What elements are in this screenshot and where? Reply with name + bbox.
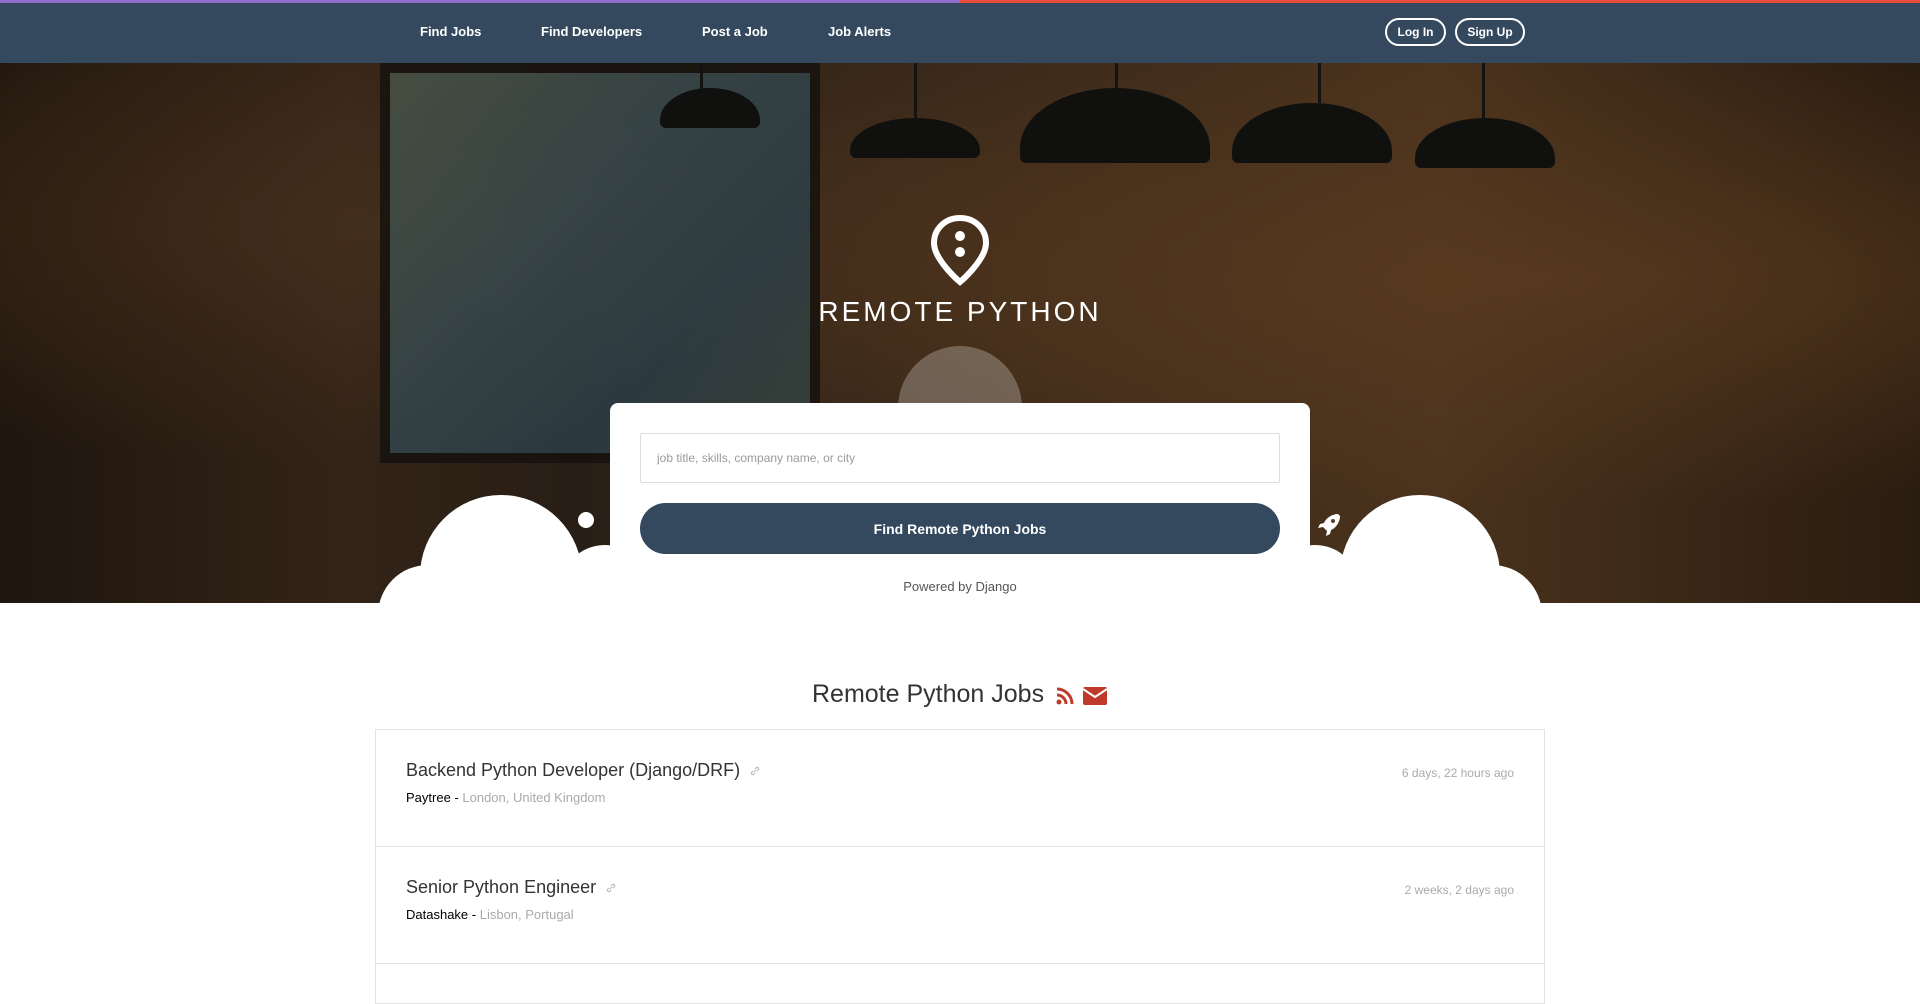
map-pin-icon bbox=[930, 214, 990, 286]
link-icon bbox=[606, 884, 616, 893]
nav-find-jobs[interactable]: Find Jobs bbox=[420, 24, 481, 39]
job-location: Lisbon, Portugal bbox=[479, 907, 574, 922]
job-location: London, United Kingdom bbox=[462, 790, 606, 805]
job-title-text[interactable]: Backend Python Developer (Django/DRF) bbox=[406, 760, 740, 780]
jobs-list: Backend Python Developer (Django/DRF) Pa… bbox=[375, 729, 1545, 1004]
jobs-section-header: Remote Python Jobs bbox=[700, 680, 1220, 710]
job-posted-time: 6 days, 22 hours ago bbox=[1401, 766, 1514, 780]
accent-stripe-right bbox=[960, 0, 1920, 3]
nav-job-alerts[interactable]: Job Alerts bbox=[828, 24, 891, 39]
find-jobs-button[interactable]: Find Remote Python Jobs bbox=[640, 503, 1280, 554]
job-listing-row[interactable]: Backend Python Developer (Django/DRF) Pa… bbox=[376, 730, 1544, 847]
job-company: Datashake bbox=[406, 907, 469, 922]
link-icon bbox=[750, 767, 760, 776]
nav-find-developers[interactable]: Find Developers bbox=[541, 24, 642, 39]
search-panel: Find Remote Python Jobs Powered by Djang… bbox=[610, 403, 1310, 603]
job-posted-time: 2 weeks, 2 days ago bbox=[1404, 883, 1514, 897]
job-company: Paytree bbox=[406, 790, 451, 805]
job-listing-row[interactable] bbox=[376, 964, 1544, 1004]
job-meta: Paytree - London, United Kingdom bbox=[406, 790, 605, 805]
job-title-text[interactable]: Senior Python Engineer bbox=[406, 877, 596, 897]
jobs-section-title: Remote Python Jobs bbox=[812, 680, 1045, 708]
cloud-decoration bbox=[378, 565, 478, 665]
job-separator: - bbox=[468, 907, 480, 922]
powered-by-text: Powered by Django bbox=[903, 579, 1017, 594]
job-meta: Datashake - Lisbon, Portugal bbox=[406, 907, 574, 922]
signup-button[interactable]: Sign Up bbox=[1455, 18, 1525, 46]
rss-icon[interactable] bbox=[1055, 686, 1075, 706]
job-separator: - bbox=[450, 790, 463, 805]
job-listing-row[interactable]: Senior Python Engineer Datashake - Lisbo… bbox=[376, 847, 1544, 964]
envelope-icon[interactable] bbox=[1082, 686, 1108, 706]
dot-icon bbox=[578, 512, 594, 528]
job-title[interactable]: Backend Python Developer (Django/DRF) bbox=[406, 760, 761, 781]
cloud-decoration bbox=[1442, 565, 1542, 665]
accent-stripe-left bbox=[0, 0, 960, 3]
nav-post-a-job[interactable]: Post a Job bbox=[702, 24, 768, 39]
brand-title: REMOTE PYTHON bbox=[818, 296, 1102, 327]
top-navbar: Find Jobs Find Developers Post a Job Job… bbox=[0, 0, 1920, 63]
login-button[interactable]: Log In bbox=[1385, 18, 1446, 46]
rocket-icon bbox=[1318, 514, 1340, 536]
search-input[interactable] bbox=[640, 433, 1280, 483]
job-title[interactable]: Senior Python Engineer bbox=[406, 877, 617, 898]
